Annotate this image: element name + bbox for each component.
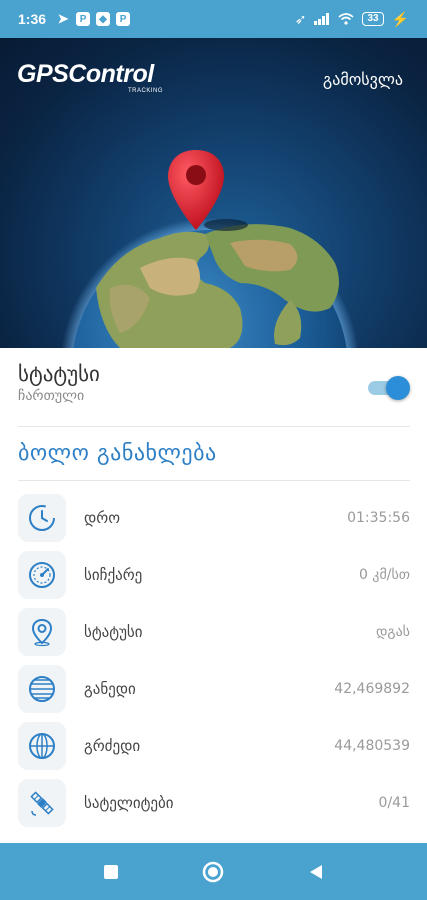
row-value: 01:35:56 [347, 509, 410, 526]
row-value: 44,480539 [334, 737, 410, 754]
signal-icon [314, 13, 330, 25]
status-toggle[interactable] [366, 376, 410, 400]
home-button[interactable] [198, 857, 228, 887]
notification-app-icon: ◆ [96, 12, 111, 26]
charging-icon: ⚡ [391, 10, 409, 27]
list-item-satellites: სატელიტები 0/41 [18, 774, 410, 831]
list-item-time: დრო 01:35:56 [18, 489, 410, 546]
info-list: დრო 01:35:56 სიჩქარე 0 კმ/სთ სტატუსი დგა… [18, 489, 410, 831]
row-value: 0/41 [378, 794, 410, 811]
map-pin-icon [168, 150, 224, 230]
last-update-title: ბოლო განახლება [18, 441, 217, 466]
row-label: სიჩქარე [84, 565, 143, 584]
status-subtitle: ჩართული [18, 388, 85, 404]
divider [18, 480, 410, 481]
hero-banner: GPSControl TRACKING გამოსვლა [0, 38, 427, 348]
status-section: სტატუსი ჩართული [18, 362, 410, 404]
row-value: 42,469892 [334, 680, 410, 697]
logout-button[interactable]: გამოსვლა [323, 70, 403, 89]
app-logo: GPSControl [17, 60, 154, 88]
app-logo-subtitle: TRACKING [128, 88, 164, 94]
list-item-status: სტატუსი დგას [18, 603, 410, 660]
wifi-icon [338, 13, 354, 25]
clock-icon [18, 493, 66, 542]
battery-icon: 33 [362, 12, 384, 26]
list-item-longitude: გრძედი 44,480539 [18, 717, 410, 774]
status-title: სტატუსი [18, 362, 100, 386]
row-value: დგას [375, 623, 410, 640]
divider [18, 426, 410, 427]
row-label: სტატუსი [84, 622, 143, 641]
notification-icons: ➤ P ◆ P [56, 11, 131, 26]
square-icon [104, 864, 119, 879]
telegram-icon: ➤ [57, 11, 69, 26]
row-label: დრო [84, 508, 120, 527]
triangle-back-icon [309, 864, 322, 879]
back-button[interactable] [301, 857, 331, 887]
satellite-icon [18, 778, 66, 827]
location-pin-icon [18, 607, 66, 656]
circle-icon [203, 861, 224, 882]
toggle-knob [386, 376, 410, 400]
clock-time: 1:36 [18, 11, 47, 27]
row-label: განედი [84, 679, 136, 698]
speedometer-icon [18, 550, 66, 599]
location-arrow-icon: ➶ [294, 10, 307, 27]
row-value: 0 კმ/სთ [358, 566, 410, 583]
row-label: გრძედი [84, 736, 141, 755]
row-label: სატელიტები [84, 793, 174, 812]
longitude-globe-icon [18, 721, 66, 770]
recents-button[interactable] [96, 857, 126, 887]
status-bar: 1:36 ➤ P ◆ P ➶ 33 ⚡ [0, 0, 427, 38]
notification-p-icon: P [116, 12, 131, 26]
list-item-latitude: განედი 42,469892 [18, 660, 410, 717]
system-navigation-bar [0, 843, 427, 900]
notification-p-icon: P [76, 12, 91, 26]
latitude-globe-icon [18, 664, 66, 713]
list-item-speed: სიჩქარე 0 კმ/სთ [18, 546, 410, 603]
